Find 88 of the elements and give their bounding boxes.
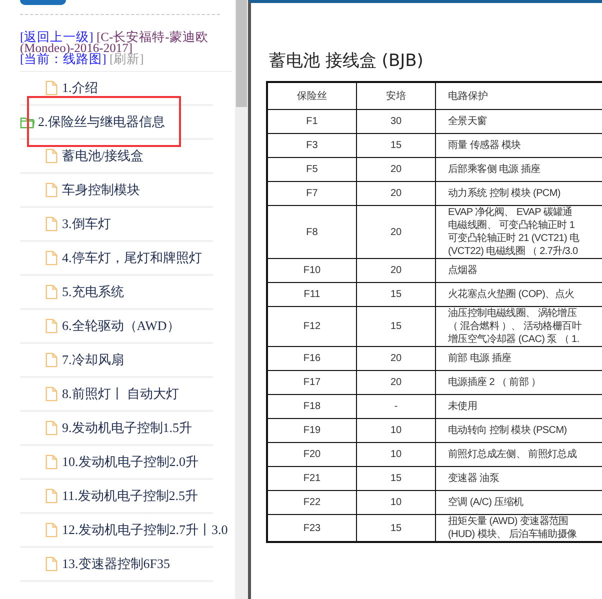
table-cell: F20 bbox=[267, 442, 356, 466]
tree-item[interactable]: 车身控制模块 bbox=[20, 181, 140, 199]
document-icon bbox=[44, 318, 59, 334]
document-icon bbox=[44, 216, 59, 232]
table-cell-line: 全景天窗 bbox=[448, 115, 488, 128]
table-cell: F1 bbox=[267, 110, 356, 134]
table-cell-line: 动力系统 控制 模块 (PCM) bbox=[448, 187, 562, 200]
table-cell-line: (VCT22) 电磁线圈 （ 2.7升/3.0 bbox=[448, 245, 579, 258]
table-cell-line: 扭矩矢量 (AWD) 变速器范围 bbox=[448, 515, 570, 528]
table-cell: F11 bbox=[267, 282, 356, 306]
table-cell: 15 bbox=[356, 466, 436, 490]
tree-item[interactable]: 10.发动机电子控制2.0升 bbox=[20, 453, 198, 471]
document-icon bbox=[44, 420, 59, 436]
tree-item[interactable]: 9.发动机电子控制1.5升 bbox=[20, 419, 192, 437]
table-cell: 20 bbox=[356, 158, 436, 182]
document-icon bbox=[44, 454, 59, 470]
table-cell-line: 增压空气冷却器 (CAC) 泵 （ 1. bbox=[448, 333, 580, 346]
tree-item[interactable]: 3.倒车灯 bbox=[20, 215, 111, 233]
document-title: 蓄电池 接线盒 (BJB) bbox=[269, 50, 424, 73]
document-icon bbox=[44, 386, 59, 402]
column-header: 安培 bbox=[356, 82, 436, 110]
tree-item[interactable]: 8.前照灯丨 自动大灯 bbox=[20, 385, 179, 403]
tree-item[interactable]: 1.介绍 bbox=[20, 79, 98, 97]
table-cell: F12 bbox=[267, 306, 356, 346]
table-cell: 10 bbox=[356, 418, 436, 442]
table-cell: 15 bbox=[356, 306, 436, 346]
table-cell: - bbox=[356, 394, 436, 418]
table-cell-line: 前照灯总成左侧、 前照灯总成 bbox=[448, 448, 578, 461]
tree-item[interactable]: 13.变速器控制6F35 bbox=[20, 555, 170, 573]
tree-item[interactable]: 蓄电池/接线盒 bbox=[20, 147, 144, 165]
scrollbar-thumb[interactable] bbox=[236, 0, 247, 107]
table-cell: F8 bbox=[267, 206, 356, 258]
tree-item[interactable]: 7.冷却风扇 bbox=[20, 351, 124, 369]
tree-item[interactable]: 4.停车灯，尾灯和牌照灯 bbox=[20, 249, 202, 267]
scrollbar[interactable] bbox=[235, 0, 248, 599]
table-cell: 20 bbox=[356, 370, 436, 394]
table-cell-line: 雨量 传感器 模块 bbox=[448, 139, 522, 152]
table-cell: F18 bbox=[267, 394, 356, 418]
back-link[interactable]: [返回上一级] bbox=[20, 30, 94, 44]
column-header: 保险丝 bbox=[267, 82, 356, 110]
table-cell: F7 bbox=[267, 182, 356, 206]
table-cell: F16 bbox=[267, 346, 356, 370]
table-cell-line: EVAP 净化阀、 EVAP 碳罐通 bbox=[448, 206, 574, 219]
document-icon bbox=[44, 352, 59, 368]
tree-item[interactable]: 2.保险丝与继电器信息 bbox=[20, 113, 165, 131]
table-cell-line: 电源插座 2 （ 前部 ） bbox=[448, 376, 542, 389]
tree-item[interactable]: 12.发动机电子控制2.7升丨3.0 bbox=[20, 521, 228, 539]
table-cell-line: 未使用 bbox=[448, 400, 478, 413]
table-cell: F3 bbox=[267, 134, 356, 158]
tree-item[interactable]: 11.发动机电子控制2.5升 bbox=[20, 487, 198, 505]
table-cell-line: 变速器 油泵 bbox=[448, 472, 500, 485]
table-cell-line: 电磁线圈、 可变凸轮轴正时 1 bbox=[448, 219, 576, 232]
document-icon bbox=[44, 556, 59, 572]
table-cell-line: 可变凸轮轴正时 21 (VCT21) 电 bbox=[448, 232, 580, 245]
table-cell-line: (HUD) 模块、 后泊车辅助摄像 bbox=[448, 528, 578, 541]
table-cell: F5 bbox=[267, 158, 356, 182]
table-cell-line: 油压控制电磁线圈、 涡轮增压 bbox=[448, 307, 578, 320]
table-cell: 30 bbox=[356, 110, 436, 134]
table-cell: 20 bbox=[356, 206, 436, 258]
table-cell: 20 bbox=[356, 258, 436, 282]
table-cell-line: 点烟器 bbox=[448, 264, 478, 277]
document-icon bbox=[44, 148, 59, 164]
document-icon bbox=[44, 250, 59, 266]
table-cell: 15 bbox=[356, 134, 436, 158]
table-cell: 10 bbox=[356, 490, 436, 514]
tree-item[interactable]: 6.全轮驱动（AWD） bbox=[20, 317, 180, 335]
document-icon bbox=[44, 182, 59, 198]
tree-item[interactable]: 5.充电系统 bbox=[20, 283, 124, 301]
document-icon bbox=[44, 284, 59, 300]
table-cell-line: 前部 电源 插座 bbox=[448, 352, 512, 365]
table-cell-line: 电动转向 控制 模块 (PSCM) bbox=[448, 424, 568, 437]
table-cell: 15 bbox=[356, 282, 436, 306]
table-cell-line: 后部乘客侧 电源 插座 bbox=[448, 163, 542, 176]
table-cell: 20 bbox=[356, 346, 436, 370]
table-cell: F19 bbox=[267, 418, 356, 442]
table-cell-line: 空调 (A/C) 压缩机 bbox=[448, 496, 524, 509]
table-cell-line: （ 混合燃料 ）、 活动格栅百叶 bbox=[448, 320, 583, 333]
table-cell: F10 bbox=[267, 258, 356, 282]
table-cell: F17 bbox=[267, 370, 356, 394]
table-cell-line: 火花塞点火垫圈 (COP)、点火 bbox=[448, 288, 576, 301]
table-cell: F22 bbox=[267, 490, 356, 514]
document-icon bbox=[44, 488, 59, 504]
breadcrumb-text: [返回上一级] [C-长安福特-蒙迪欧(Mondeo)-2016-2017] [当前：线路图] [刷新] bbox=[20, 32, 232, 72]
table-cell: F21 bbox=[267, 466, 356, 490]
table-cell: 10 bbox=[356, 442, 436, 466]
table-cell: 20 bbox=[356, 182, 436, 206]
document-icon bbox=[44, 522, 59, 538]
document-icon bbox=[44, 80, 59, 96]
